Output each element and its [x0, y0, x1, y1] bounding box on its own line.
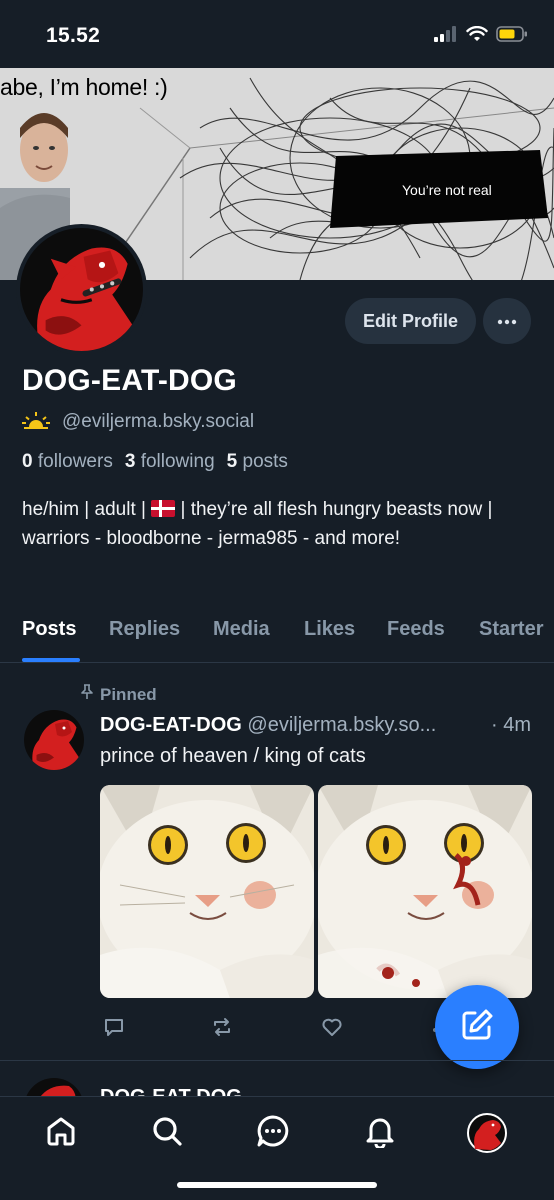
post-image-2[interactable] [318, 785, 532, 998]
repost-icon [211, 1016, 233, 1043]
reply-button[interactable] [100, 1015, 128, 1043]
banner-caption: abe, I’m home! :) [0, 74, 168, 100]
nav-search[interactable] [145, 1111, 189, 1155]
banner-redacted-text: You’re not real [402, 182, 492, 198]
post-author-avatar[interactable] [24, 710, 84, 770]
post-author-name[interactable]: DOG-EAT-DOG [100, 714, 242, 736]
compose-button[interactable] [435, 985, 519, 1069]
avatar-image [467, 1113, 507, 1153]
chat-icon [255, 1113, 291, 1154]
sun-icon [22, 410, 50, 435]
more-options-button[interactable] [483, 298, 531, 344]
active-tab-indicator [22, 658, 80, 662]
pin-icon [80, 684, 94, 705]
profile-tabs: Posts Replies Media Likes Feeds Starter [0, 600, 554, 663]
white-cat-image [100, 785, 314, 998]
pinned-label: Pinned [80, 684, 157, 705]
avatar-image [20, 228, 143, 351]
next-post-peek[interactable]: DOG-EAT-DOG [24, 1078, 544, 1098]
bloody-cat-image [318, 785, 532, 998]
nav-chat[interactable] [251, 1111, 295, 1155]
followers-stat[interactable]: 0 followers [22, 451, 113, 473]
ellipsis-icon [497, 312, 517, 330]
like-icon [321, 1016, 343, 1043]
edit-profile-button[interactable]: Edit Profile [345, 298, 476, 344]
status-icons [434, 24, 528, 48]
nav-profile[interactable] [465, 1111, 509, 1155]
profile-screen: 15.52 abe, I’m home!:) You’re not real … [0, 0, 554, 1200]
post-header: DOG-EAT-DOG @eviljerma.bsky.so... [100, 714, 540, 737]
nav-home[interactable] [39, 1111, 83, 1155]
home-icon [44, 1114, 78, 1153]
status-bar: 15.52 [0, 0, 554, 68]
profile-bio: he/him | adult | | they’re all flesh hun… [22, 499, 493, 549]
wifi-icon [466, 25, 488, 47]
following-stat[interactable]: 3 following [125, 451, 215, 473]
reply-icon [103, 1016, 125, 1043]
tab-posts[interactable]: Posts [22, 618, 76, 641]
danish-flag-icon [151, 500, 176, 517]
tab-likes[interactable]: Likes [304, 618, 355, 641]
profile-display-name: DOG-EAT-DOG [22, 364, 237, 397]
status-time: 15.52 [46, 24, 101, 47]
tab-starter[interactable]: Starter [479, 618, 543, 641]
bell-icon [363, 1114, 397, 1153]
search-icon [150, 1114, 184, 1153]
nav-notifications[interactable] [358, 1111, 402, 1155]
compose-icon [459, 1007, 495, 1048]
like-button[interactable] [318, 1015, 346, 1043]
post-timestamp: · 4m [491, 714, 531, 736]
posts-stat: 5 posts [226, 451, 288, 472]
profile-handle: @eviljerma.bsky.social [62, 411, 255, 432]
profile-avatar[interactable] [16, 224, 147, 355]
cellular-icon [434, 25, 458, 47]
avatar-image [24, 710, 84, 770]
post-author-handle[interactable]: @eviljerma.bsky.so... [247, 714, 436, 736]
battery-icon [496, 25, 528, 47]
tab-replies[interactable]: Replies [109, 618, 180, 641]
tab-media[interactable]: Media [213, 618, 270, 641]
post-divider [0, 1060, 554, 1061]
home-indicator [177, 1182, 377, 1188]
avatar-image [25, 1078, 83, 1098]
post-text: prince of heaven / king of cats [100, 745, 366, 767]
post-actions [100, 1015, 460, 1043]
tab-feeds[interactable]: Feeds [387, 618, 445, 641]
handle-row: @eviljerma.bsky.social [22, 408, 254, 436]
profile-stats: 0 followers 3 following 5 posts [22, 451, 288, 473]
post-image-1[interactable] [100, 785, 314, 998]
repost-button[interactable] [208, 1015, 236, 1043]
